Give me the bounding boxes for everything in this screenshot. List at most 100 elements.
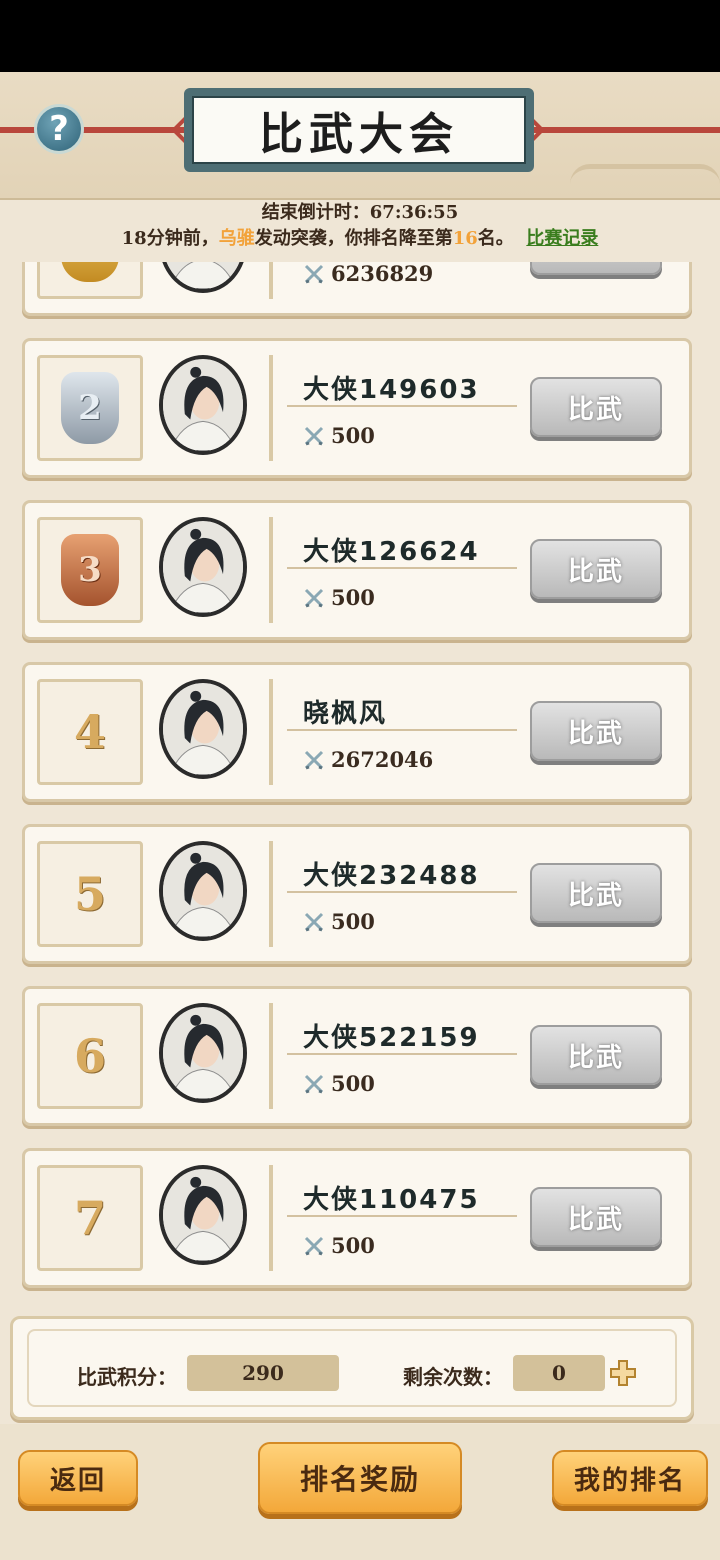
power-value: 500 <box>303 585 375 610</box>
power-number: 500 <box>331 585 375 610</box>
player-name: 大侠110475 <box>303 1185 480 1215</box>
avatar <box>159 517 247 617</box>
challenge-button[interactable]: 比武 <box>530 863 662 923</box>
plus-icon[interactable] <box>609 1359 637 1387</box>
divider <box>269 841 273 947</box>
player-name: 晓枫风 <box>303 699 388 729</box>
notice-suffix: 名。 <box>477 228 514 249</box>
name-underline <box>287 405 517 407</box>
avatar <box>159 1165 247 1265</box>
name-underline <box>287 567 517 569</box>
ranking-row: 4 晓枫风 2672046 比武 <box>22 662 692 802</box>
rank-box: 2 <box>37 355 143 461</box>
notice-attacker: 乌骓 <box>218 228 255 249</box>
avatar <box>159 1003 247 1103</box>
score-panel: 比武积分： 290 剩余次数： 0 <box>10 1316 694 1420</box>
crossed-swords-icon <box>304 588 324 607</box>
rank-rewards-button[interactable]: 排名奖励 <box>258 1442 462 1514</box>
power-number: 6236829 <box>331 262 434 286</box>
crossed-swords-icon <box>304 912 324 931</box>
rank-box: 6 <box>37 1003 143 1109</box>
rank-box: 1 <box>37 262 143 299</box>
divider <box>269 1165 273 1271</box>
power-number: 500 <box>331 909 375 934</box>
my-rank-button[interactable]: 我的排名 <box>552 1450 708 1506</box>
remaining-label: 剩余次数： <box>403 1365 503 1389</box>
divider <box>269 679 273 785</box>
countdown: 结束倒计时：67:36:55 <box>0 198 720 224</box>
challenge-button[interactable]: 比武 <box>530 377 662 437</box>
divider <box>269 1003 273 1109</box>
power-value: 6236829 <box>303 262 433 286</box>
challenge-button[interactable]: 比武 <box>530 1025 662 1085</box>
ranking-row: 1 6236829 比武 <box>22 262 692 316</box>
help-button[interactable]: ? <box>34 104 84 154</box>
power-value: 500 <box>303 1233 375 1258</box>
avatar <box>159 841 247 941</box>
power-value: 500 <box>303 423 375 448</box>
ranking-list[interactable]: 1 6236829 比武 2 大侠149603 500 比武 3 大侠12662… <box>0 262 720 1302</box>
points-label: 比武积分： <box>77 1365 177 1389</box>
ranking-row: 5 大侠232488 500 比武 <box>22 824 692 964</box>
gold-medal-icon: 1 <box>61 262 119 282</box>
divider <box>269 262 273 299</box>
name-underline <box>287 891 517 893</box>
notice-middle: 发动突袭，你排名降至第 <box>254 228 453 249</box>
countdown-value: 67:36:55 <box>369 202 459 223</box>
notice-rank: 16 <box>452 228 478 249</box>
player-name: 大侠126624 <box>303 537 480 567</box>
rank-box: 3 <box>37 517 143 623</box>
remaining-value: 0 <box>513 1355 605 1391</box>
question-icon: ? <box>49 109 69 149</box>
power-value: 500 <box>303 1071 375 1096</box>
name-underline <box>287 1215 517 1217</box>
rank-number: 4 <box>73 705 106 759</box>
crossed-swords-icon <box>304 426 324 445</box>
bottom-bar: 返回 排名奖励 我的排名 <box>0 1424 720 1560</box>
crossed-swords-icon <box>304 264 324 283</box>
avatar <box>159 679 247 779</box>
crossed-swords-icon <box>304 1236 324 1255</box>
ranking-row: 6 大侠522159 500 比武 <box>22 986 692 1126</box>
rank-box: 5 <box>37 841 143 947</box>
rank-box: 4 <box>37 679 143 785</box>
ranking-row: 2 大侠149603 500 比武 <box>22 338 692 478</box>
crossed-swords-icon <box>304 750 324 769</box>
challenge-button[interactable]: 比武 <box>530 1187 662 1247</box>
bronze-medal-icon: 3 <box>61 534 119 606</box>
cloud-decoration <box>570 164 720 192</box>
back-button[interactable]: 返回 <box>18 1450 138 1506</box>
ranking-row: 3 大侠126624 500 比武 <box>22 500 692 640</box>
power-number: 500 <box>331 1071 375 1096</box>
page-title: 比武大会 <box>192 96 526 164</box>
countdown-label: 结束倒计时： <box>261 202 370 223</box>
attack-notice: 18分钟前，乌骓发动突袭，你排名降至第16名。 比赛记录 <box>0 224 720 250</box>
player-name: 大侠522159 <box>303 1023 480 1053</box>
challenge-button[interactable]: 比武 <box>530 701 662 761</box>
rank-number: 5 <box>73 867 106 921</box>
player-name: 大侠232488 <box>303 861 480 891</box>
points-value: 290 <box>187 1355 339 1391</box>
rank-number: 7 <box>73 1191 106 1245</box>
notice-prefix: 18分钟前， <box>121 228 219 249</box>
rank-box: 7 <box>37 1165 143 1271</box>
player-name: 大侠149603 <box>303 375 480 405</box>
divider <box>269 355 273 461</box>
name-underline <box>287 729 517 731</box>
power-value: 500 <box>303 909 375 934</box>
power-value: 2672046 <box>303 747 433 772</box>
avatar <box>159 262 247 293</box>
divider <box>269 517 273 623</box>
name-underline <box>287 1053 517 1055</box>
match-record-link[interactable]: 比赛记录 <box>526 228 598 249</box>
crossed-swords-icon <box>304 1074 324 1093</box>
title-plate: 比武大会 <box>184 88 534 172</box>
power-number: 500 <box>331 1233 375 1258</box>
challenge-button[interactable]: 比武 <box>530 539 662 599</box>
challenge-button[interactable]: 比武 <box>530 262 662 275</box>
status-bar <box>0 0 720 72</box>
avatar <box>159 355 247 455</box>
silver-medal-icon: 2 <box>61 372 119 444</box>
rank-number: 6 <box>73 1029 106 1083</box>
power-number: 500 <box>331 423 375 448</box>
